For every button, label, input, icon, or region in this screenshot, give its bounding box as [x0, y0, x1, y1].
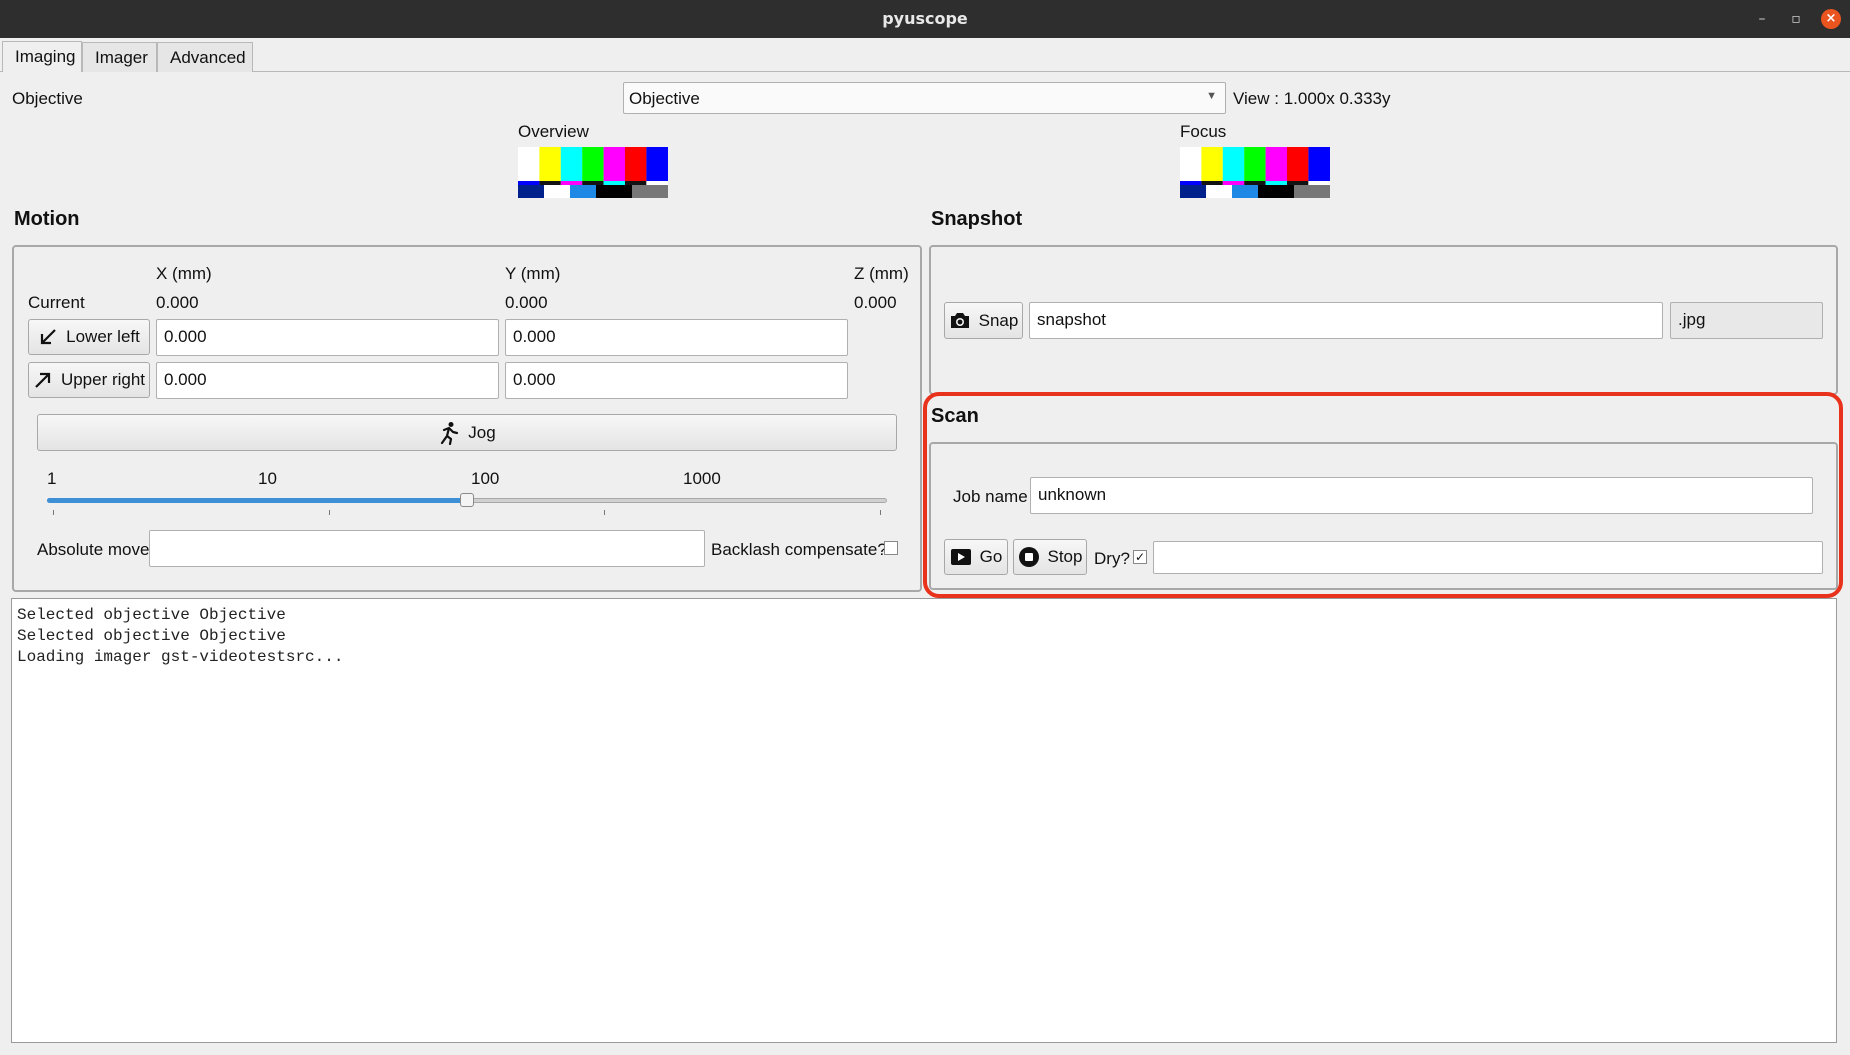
- focus-label: Focus: [1180, 122, 1227, 141]
- objective-label: Objective: [12, 89, 83, 108]
- snapshot-extension-field[interactable]: .jpg: [1670, 302, 1823, 339]
- snapshot-filename-input[interactable]: snapshot: [1029, 302, 1663, 339]
- jog-slider-handle[interactable]: [460, 493, 474, 507]
- slider-tick: [880, 510, 881, 515]
- go-label: Go: [979, 547, 1003, 566]
- current-z-value: 0.000: [854, 293, 897, 312]
- jog-slider-fill: [47, 498, 467, 503]
- slider-tick: [329, 510, 330, 515]
- running-person-icon: [441, 421, 459, 445]
- slider-tick-label-100: 100: [471, 469, 500, 488]
- slider-tick: [53, 510, 54, 515]
- overview-preview: [518, 147, 668, 198]
- snapshot-heading: Snapshot: [931, 208, 1023, 230]
- scan-status-field[interactable]: [1153, 541, 1823, 574]
- scan-heading: Scan: [931, 405, 979, 427]
- stop-label: Stop: [1047, 547, 1083, 566]
- objective-selected-value: Objective: [629, 89, 700, 108]
- window-title: pyuscope: [882, 9, 968, 28]
- upper-right-x-input[interactable]: 0.000: [156, 362, 499, 399]
- go-button[interactable]: Go: [944, 539, 1008, 575]
- y-column-header: Y (mm): [505, 264, 561, 283]
- dry-run-checkbox[interactable]: ✓: [1133, 550, 1147, 564]
- camera-icon: [950, 313, 969, 328]
- log-line: Selected objective Objective: [17, 627, 286, 645]
- lower-left-y-input[interactable]: 0.000: [505, 319, 848, 356]
- slider-tick-label-10: 10: [258, 469, 277, 488]
- arrow-down-left-icon: [41, 329, 56, 345]
- slider-tick-label-1: 1: [47, 469, 57, 488]
- snap-button[interactable]: Snap: [944, 302, 1023, 339]
- minimize-icon[interactable]: –: [1752, 9, 1772, 29]
- current-y-value: 0.000: [505, 293, 548, 312]
- title-bar: pyuscope – ▫ ×: [0, 0, 1850, 38]
- maximize-icon[interactable]: ▫: [1786, 9, 1806, 29]
- log-line: Loading imager gst-videotestsrc...: [17, 648, 344, 666]
- overview-label: Overview: [518, 122, 589, 141]
- view-readout: View : 1.000x 0.333y: [1233, 89, 1391, 108]
- x-column-header: X (mm): [156, 264, 212, 283]
- backlash-compensate-label: Backlash compensate?: [711, 540, 887, 559]
- play-icon: [950, 549, 971, 565]
- jog-button[interactable]: Jog: [37, 414, 897, 451]
- stop-button[interactable]: Stop: [1013, 539, 1087, 575]
- tab-advanced[interactable]: Advanced: [157, 42, 253, 72]
- upper-right-y-input[interactable]: 0.000: [505, 362, 848, 399]
- checkmark-icon: ✓: [1134, 550, 1146, 564]
- tab-imaging[interactable]: Imaging: [2, 41, 82, 72]
- lower-left-button[interactable]: Lower left: [28, 319, 150, 355]
- lower-left-label: Lower left: [66, 327, 140, 346]
- snap-label: Snap: [978, 310, 1019, 330]
- log-line: Selected objective Objective: [17, 606, 286, 624]
- chevron-down-icon: ▼: [1206, 90, 1217, 102]
- job-name-input[interactable]: unknown: [1030, 477, 1813, 514]
- close-icon[interactable]: ×: [1821, 9, 1841, 29]
- lower-left-x-input[interactable]: 0.000: [156, 319, 499, 356]
- tab-imager[interactable]: Imager: [82, 42, 157, 72]
- dry-run-label: Dry?: [1094, 549, 1130, 568]
- jog-label: Jog: [468, 422, 496, 442]
- upper-right-label: Upper right: [60, 370, 146, 389]
- z-column-header: Z (mm): [854, 264, 909, 283]
- absolute-move-input[interactable]: [149, 530, 705, 567]
- current-x-value: 0.000: [156, 293, 199, 312]
- current-label: Current: [28, 293, 85, 312]
- absolute-move-label: Absolute move: [37, 540, 150, 559]
- arrow-up-right-icon: [35, 372, 51, 388]
- upper-right-button[interactable]: Upper right: [28, 362, 150, 398]
- tab-bar: Imaging Imager Advanced: [0, 38, 1850, 72]
- log-console[interactable]: Selected objective Objective Selected ob…: [11, 598, 1837, 1043]
- backlash-compensate-checkbox[interactable]: [884, 541, 898, 555]
- slider-tick: [604, 510, 605, 515]
- app-window: pyuscope – ▫ × Imaging Imager Advanced O…: [0, 0, 1850, 1055]
- slider-tick-label-1000: 1000: [683, 469, 721, 488]
- focus-preview: [1180, 147, 1330, 198]
- motion-heading: Motion: [14, 208, 80, 230]
- job-name-label: Job name: [953, 487, 1028, 506]
- objective-select[interactable]: Objective ▼: [623, 82, 1226, 114]
- stop-icon: [1018, 547, 1039, 567]
